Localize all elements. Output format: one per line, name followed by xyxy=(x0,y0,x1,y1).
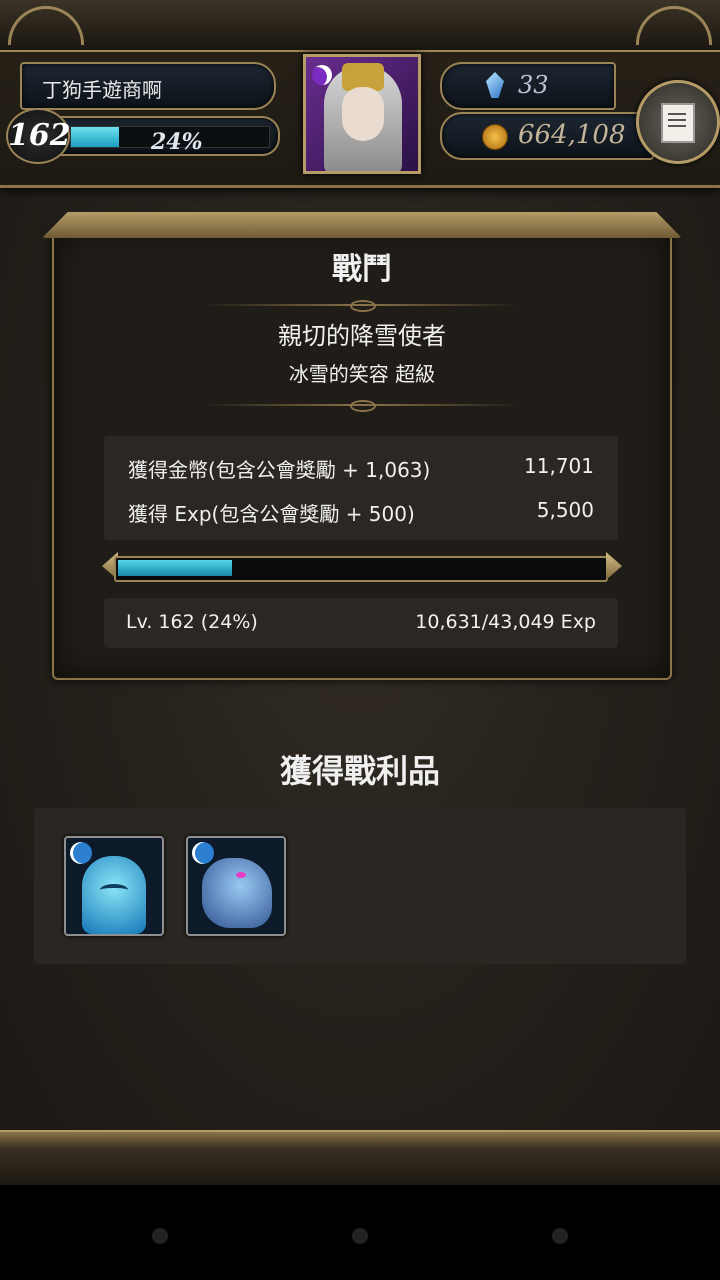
ornament-swirl-right xyxy=(636,6,712,45)
coin-count: 664,108 xyxy=(518,120,626,150)
loot-title: 獲得戰利品 xyxy=(279,752,440,790)
loot-card-water-fairy[interactable] xyxy=(186,836,286,936)
coin-icon xyxy=(482,124,508,150)
leader-portrait[interactable] xyxy=(303,54,421,174)
water-attribute-icon xyxy=(192,842,214,864)
player-level-badge: 162 xyxy=(6,108,71,164)
menu-button[interactable] xyxy=(636,80,720,164)
header-ornament xyxy=(0,0,720,52)
exp-reward-label: 獲得 Exp(包含公會獎勵 + 500) xyxy=(128,502,415,526)
player-exp-plate: 24% xyxy=(58,116,280,156)
exp-reward-row: 獲得 Exp(包含公會獎勵 + 500) 5,500 xyxy=(128,498,594,527)
level-exp-bar-fill xyxy=(118,560,232,576)
loot-card-water-slime[interactable] xyxy=(64,836,164,936)
exp-reward-value: 5,500 xyxy=(536,498,594,522)
rewards-box: 獲得金幣(包含公會獎勵 + 1,063) 11,701 獲得 Exp(包含公會獎… xyxy=(104,436,618,540)
stage-name: 親切的降雪使者 xyxy=(278,322,446,350)
battle-result-screen: 丁狗手遊商啊 162 24% 33 664,108 戰鬥 親切的降雪使者 冰雪的… xyxy=(0,0,720,1185)
exp-progress-text: 10,631/43,049 Exp xyxy=(415,611,596,633)
coin-counter: 664,108 xyxy=(440,112,654,160)
dark-attribute-icon xyxy=(312,65,332,85)
battle-result-panel: 戰鬥 親切的降雪使者 冰雪的笑容 超級 獲得金幣(包含公會獎勵 + 1,063)… xyxy=(42,212,682,680)
nav-back-button[interactable] xyxy=(152,1228,168,1244)
player-name: 丁狗手遊商啊 xyxy=(42,78,162,102)
player-exp-bar: 24% xyxy=(70,126,270,155)
crystal-icon xyxy=(486,72,504,98)
stage-subtitle: 冰雪的笑容 超級 xyxy=(288,362,436,386)
player-exp-percent: 24% xyxy=(151,129,203,155)
coin-reward-value: 11,701 xyxy=(524,454,594,478)
level-text: Lv. 162 (24%) xyxy=(126,611,258,633)
level-exp-bar xyxy=(114,556,608,582)
player-name-plate: 丁狗手遊商啊 xyxy=(20,62,276,110)
battle-title: 戰鬥 xyxy=(332,252,392,287)
menu-document-icon xyxy=(661,103,695,143)
gem-count: 33 xyxy=(518,71,549,99)
nav-recents-button[interactable] xyxy=(552,1228,568,1244)
level-info-box: Lv. 162 (24%) 10,631/43,049 Exp xyxy=(104,598,618,648)
top-status-bar: 丁狗手遊商啊 162 24% 33 664,108 xyxy=(0,0,720,188)
player-level: 162 xyxy=(8,118,71,153)
bottom-ornament xyxy=(0,1130,720,1185)
player-exp-bar-fill xyxy=(71,127,119,147)
coin-reward-label: 獲得金幣(包含公會獎勵 + 1,063) xyxy=(128,458,431,482)
water-attribute-icon xyxy=(70,842,92,864)
coin-reward-row: 獲得金幣(包含公會獎勵 + 1,063) 11,701 xyxy=(128,454,594,483)
panel-ornament xyxy=(42,212,682,238)
nav-home-button[interactable] xyxy=(352,1228,368,1244)
loot-box xyxy=(34,808,686,964)
ornament-swirl-left xyxy=(8,6,84,45)
gem-counter: 33 xyxy=(440,62,616,110)
